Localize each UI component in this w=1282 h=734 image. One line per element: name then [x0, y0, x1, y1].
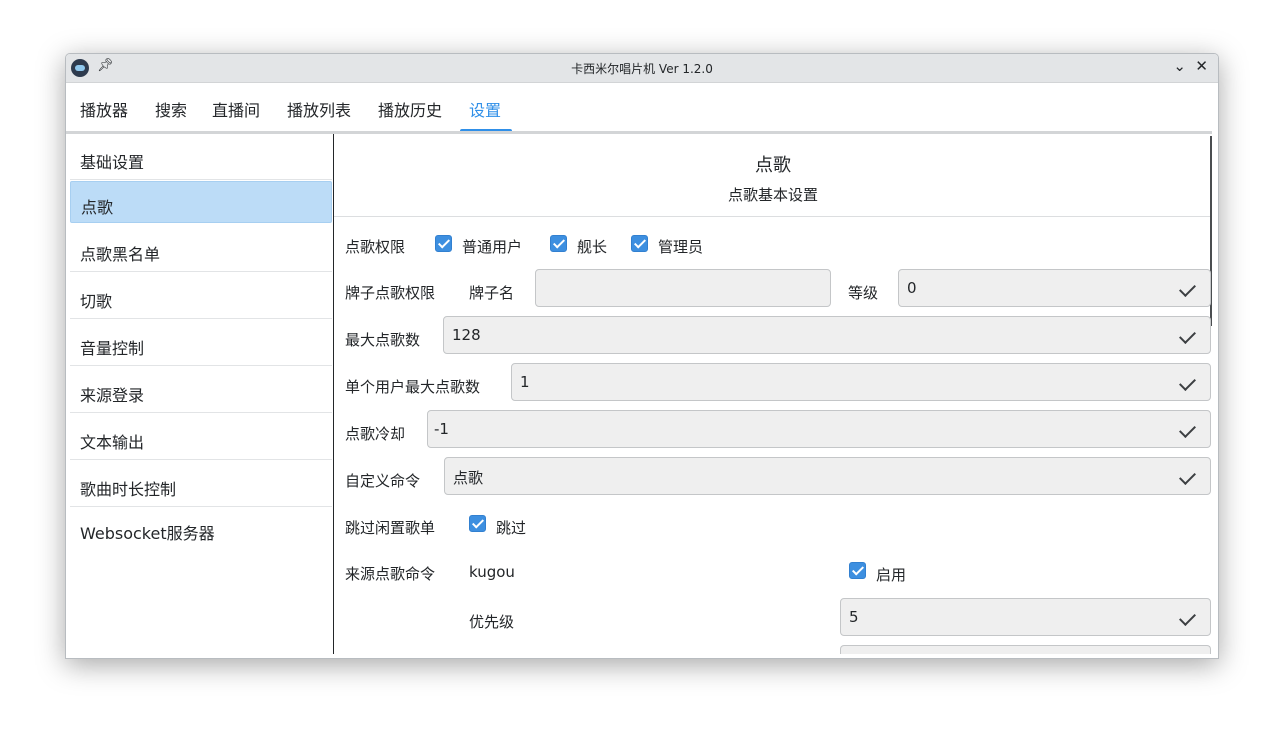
checkbox-normal-user[interactable] [435, 235, 452, 252]
sidebar-item-label: 文本输出 [80, 433, 145, 452]
medal-name-label: 牌子名 [469, 284, 515, 302]
checkbox-captain-label[interactable]: 舰长 [577, 236, 607, 257]
confirm-check-icon[interactable] [1179, 374, 1196, 391]
sidebar-item-basic[interactable]: 基础设置 [70, 136, 332, 180]
max-requests-label: 最大点歌数 [345, 331, 421, 349]
cooldown-value: -1 [434, 420, 449, 438]
tab-search[interactable]: 搜索 [155, 101, 187, 127]
confirm-check-icon[interactable] [1179, 327, 1196, 344]
permission-label: 点歌权限 [345, 238, 406, 256]
source-name: kugou [469, 563, 515, 581]
chevron-down-icon[interactable]: ⌄ [1173, 57, 1186, 75]
panel-title: 点歌 [755, 155, 791, 176]
settings-panel: 点歌 点歌基本设置 点歌权限 普通用户 舰长 管理员 牌子点歌权限 牌子名 等级… [334, 134, 1212, 654]
priority-value: 5 [849, 608, 859, 626]
source-command-label: 来源点歌命令 [345, 565, 436, 583]
sidebar-item-skip[interactable]: 切歌 [70, 275, 332, 319]
confirm-check-icon[interactable] [1179, 609, 1196, 626]
custom-command-label: 自定义命令 [345, 472, 421, 490]
priority-label: 优先级 [469, 613, 515, 631]
max-user-requests-label: 单个用户最大点歌数 [345, 378, 481, 396]
settings-sidebar: 基础设置 点歌 点歌黑名单 切歌 音量控制 来源登录 文本输出 歌曲时长控制 W… [66, 134, 334, 654]
sidebar-item-label: 点歌 [81, 198, 114, 217]
sidebar-item-label: 来源登录 [80, 386, 145, 405]
tab-live-room[interactable]: 直播间 [212, 101, 260, 127]
sidebar-item-source-login[interactable]: 来源登录 [70, 369, 332, 413]
checkbox-captain[interactable] [550, 235, 567, 252]
checkbox-skip-idle[interactable] [469, 515, 486, 532]
sidebar-item-label: 切歌 [80, 292, 113, 311]
title-bar[interactable]: 📌︎ 卡西米尔唱片机 Ver 1.2.0 ⌄ ✕ [66, 54, 1218, 83]
panel-subtitle: 点歌基本设置 [727, 186, 818, 204]
sidebar-item-request[interactable]: 点歌 [70, 181, 332, 223]
max-user-requests-input[interactable]: 1 [511, 363, 1211, 401]
app-window: 📌︎ 卡西米尔唱片机 Ver 1.2.0 ⌄ ✕ 播放器 搜索 直播间 播放列表… [65, 53, 1219, 659]
custom-command-value: 点歌 [453, 469, 484, 487]
sidebar-item-label: 基础设置 [80, 153, 145, 172]
cooldown-input[interactable]: -1 [427, 410, 1211, 448]
medal-level-value: 0 [907, 279, 917, 297]
medal-name-input[interactable] [535, 269, 831, 307]
cooldown-label: 点歌冷却 [345, 425, 406, 443]
sidebar-item-label: 音量控制 [80, 339, 145, 358]
sidebar-item-websocket[interactable]: Websocket服务器 [70, 510, 332, 554]
sidebar-item-label: 点歌黑名单 [80, 245, 161, 264]
main-tabs: 播放器 搜索 直播间 播放列表 播放历史 设置 [66, 83, 1218, 133]
max-requests-input[interactable]: 128 [443, 316, 1211, 354]
checkbox-admin[interactable] [631, 235, 648, 252]
checkbox-normal-user-label[interactable]: 普通用户 [462, 236, 522, 257]
close-icon[interactable]: ✕ [1195, 57, 1208, 75]
custom-command-input[interactable]: 点歌 [444, 457, 1211, 495]
confirm-check-icon[interactable] [1179, 421, 1196, 438]
max-requests-value: 128 [452, 326, 481, 344]
tab-settings[interactable]: 设置 [469, 101, 501, 127]
max-user-requests-value: 1 [520, 373, 530, 391]
checkbox-source-enable[interactable] [849, 562, 866, 579]
tab-player[interactable]: 播放器 [80, 101, 128, 127]
tab-playlist[interactable]: 播放列表 [287, 101, 351, 127]
sidebar-item-blacklist[interactable]: 点歌黑名单 [70, 228, 332, 272]
medal-level-label: 等级 [848, 284, 879, 302]
window-title: 卡西米尔唱片机 Ver 1.2.0 [571, 62, 713, 76]
confirm-check-icon[interactable] [1179, 468, 1196, 485]
tab-history[interactable]: 播放历史 [378, 101, 442, 127]
sidebar-item-duration[interactable]: 歌曲时长控制 [70, 463, 332, 507]
sidebar-item-text-output[interactable]: 文本输出 [70, 416, 332, 460]
sidebar-item-label: Websocket服务器 [80, 524, 215, 543]
sidebar-item-volume[interactable]: 音量控制 [70, 322, 332, 366]
sidebar-item-label: 歌曲时长控制 [80, 480, 177, 499]
panel-header: 点歌 点歌基本设置 [334, 134, 1212, 217]
skip-idle-label: 跳过闲置歌单 [345, 519, 436, 537]
checkbox-source-enable-label[interactable]: 启用 [876, 564, 906, 585]
priority-input[interactable]: 5 [840, 598, 1211, 636]
next-input-partial[interactable] [840, 645, 1211, 654]
confirm-check-icon[interactable] [1179, 280, 1196, 297]
medal-level-input[interactable]: 0 [898, 269, 1211, 307]
medal-permission-label: 牌子点歌权限 [345, 284, 436, 302]
checkbox-admin-label[interactable]: 管理员 [658, 236, 703, 257]
checkbox-skip-idle-label[interactable]: 跳过 [496, 517, 526, 538]
